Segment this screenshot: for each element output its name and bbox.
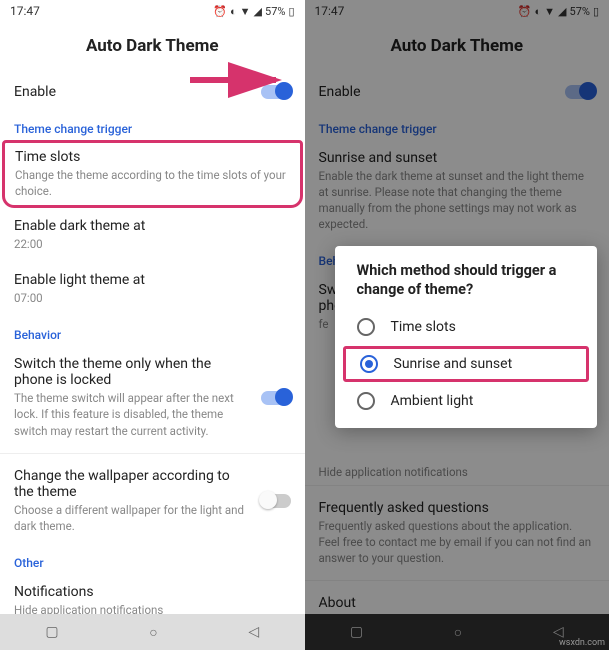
divider xyxy=(0,453,305,454)
locked-row[interactable]: Switch the theme only when the phone is … xyxy=(14,346,291,448)
dark-at-val: 22:00 xyxy=(14,236,291,252)
option-timeslots[interactable]: Time slots xyxy=(335,310,598,344)
notifications-sub: Hide application notifications xyxy=(14,602,291,614)
wallpaper-switch[interactable] xyxy=(261,494,291,508)
dnd-icon: ◐ xyxy=(230,5,237,18)
right-screen: 17:47 ⏰ ◐ ▼ ◢ 57% ▯ Auto Dark Theme Enab… xyxy=(305,0,609,650)
nav-back-icon[interactable]: ◁ xyxy=(248,624,259,640)
radio-icon[interactable] xyxy=(357,392,375,410)
signal-icon: ◢ xyxy=(254,5,262,18)
section-other: Other xyxy=(14,544,291,574)
alarm-icon: ⏰ xyxy=(213,5,227,18)
nav-recent-icon[interactable]: ▢ xyxy=(45,624,58,640)
option-label: Sunrise and sunset xyxy=(394,356,513,372)
page-title: Auto Dark Theme xyxy=(0,22,305,74)
radio-icon[interactable] xyxy=(360,355,378,373)
settings-list: Enable Theme change trigger Time slots C… xyxy=(0,74,305,614)
enable-label: Enable xyxy=(14,84,56,100)
option-label: Ambient light xyxy=(391,393,474,409)
light-at-row[interactable]: Enable light theme at 07:00 xyxy=(14,262,291,316)
trigger-dialog: Which method should trigger a change of … xyxy=(335,246,598,428)
locked-switch[interactable] xyxy=(261,391,291,405)
battery-percent: 57% xyxy=(265,5,285,18)
option-sunrise[interactable]: Sunrise and sunset xyxy=(346,349,587,379)
enable-row[interactable]: Enable xyxy=(14,74,291,110)
highlight-timeslots: Time slots Change the theme according to… xyxy=(2,140,303,208)
highlight-sunrise: Sunrise and sunset xyxy=(343,346,590,382)
left-screen: 17:47 ⏰ ◐ ▼ ◢ 57% ▯ Auto Dark Theme Enab… xyxy=(0,0,305,650)
nav-bar: ▢ ○ ◁ xyxy=(0,614,305,650)
dialog-title: Which method should trigger a change of … xyxy=(335,262,598,310)
wifi-icon: ▼ xyxy=(240,5,251,18)
locked-title: Switch the theme only when the phone is … xyxy=(14,356,251,388)
status-bar: 17:47 ⏰ ◐ ▼ ◢ 57% ▯ xyxy=(0,0,305,22)
notifications-title: Notifications xyxy=(14,584,291,600)
section-behavior: Behavior xyxy=(14,316,291,346)
locked-sub: The theme switch will appear after the n… xyxy=(14,390,251,438)
watermark: wsxdn.com xyxy=(559,638,605,648)
battery-icon: ▯ xyxy=(288,5,294,18)
enable-switch[interactable] xyxy=(261,85,291,99)
nav-home-icon[interactable]: ○ xyxy=(149,624,157,641)
wallpaper-sub: Choose a different wallpaper for the lig… xyxy=(14,502,251,534)
dark-at-row[interactable]: Enable dark theme at 22:00 xyxy=(14,208,291,262)
section-trigger: Theme change trigger xyxy=(14,110,291,140)
light-at-title: Enable light theme at xyxy=(14,272,291,288)
dark-at-title: Enable dark theme at xyxy=(14,218,291,234)
wallpaper-title: Change the wallpaper according to the th… xyxy=(14,468,251,500)
light-at-val: 07:00 xyxy=(14,290,291,306)
timeslots-sub: Change the theme according to the time s… xyxy=(15,167,290,199)
status-time: 17:47 xyxy=(10,4,40,18)
radio-icon[interactable] xyxy=(357,318,375,336)
wallpaper-row[interactable]: Change the wallpaper according to the th… xyxy=(14,458,291,544)
option-label: Time slots xyxy=(391,319,456,335)
status-icons: ⏰ ◐ ▼ ◢ 57% ▯ xyxy=(213,5,294,18)
notifications-row[interactable]: Notifications Hide application notificat… xyxy=(14,574,291,614)
timeslots-title[interactable]: Time slots xyxy=(15,149,290,165)
option-ambient[interactable]: Ambient light xyxy=(335,384,598,418)
